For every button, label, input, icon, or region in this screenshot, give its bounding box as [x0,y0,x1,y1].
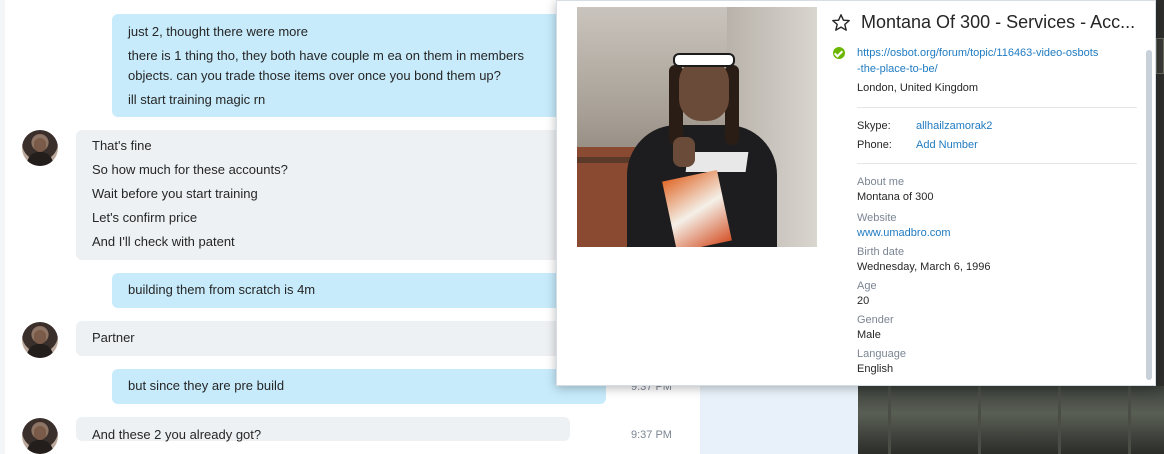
star-outline-icon[interactable] [831,13,851,33]
avatar[interactable] [22,322,58,358]
age-label: Age [857,280,877,292]
phone-label: Phone: [857,139,892,151]
profile-name: Montana Of 300 - Services - Acc... [861,12,1136,32]
profile-scrollbar[interactable] [1146,50,1152,380]
message-text: objects. can you trade those items over … [128,68,501,83]
avatar[interactable] [22,130,58,166]
message-bubble-outgoing[interactable]: building them from scratch is 4m [112,273,606,308]
message-text: just 2, thought there were more [128,24,308,39]
message-text: but since they are pre build [128,378,285,393]
about-me-label: About me [857,176,905,188]
message-text: So how much for these accounts? [92,162,288,177]
background-wave [700,380,860,454]
profile-photo[interactable] [577,7,817,247]
gender-value: Male [857,329,881,341]
divider [857,163,1137,164]
age-value: 20 [857,295,870,307]
message-text: That's fine [92,138,152,153]
online-check-icon [833,47,845,59]
skype-label: Skype: [857,120,891,132]
message-bubble-outgoing[interactable]: just 2, thought there were more there is… [112,14,606,117]
profile-location: London, United Kingdom [857,82,979,94]
message-text: ill start training magic rn [128,92,266,107]
divider [857,107,1137,108]
birth-date-value: Wednesday, March 6, 1996 [857,261,991,273]
message-bubble-outgoing[interactable]: but since they are pre build [112,369,606,404]
mood-message-line: -the-place-to-be/ [857,63,938,75]
message-text: And I'll check with patent [92,234,235,249]
message-text: there is 1 thing tho, they both have cou… [128,48,525,63]
language-value: English [857,363,894,375]
message-bubble-incoming[interactable]: And these 2 you already got? [76,417,570,442]
message-text: And these 2 you already got? [92,427,262,442]
message-bubble-incoming[interactable]: Partner [76,321,570,356]
chat-left-gutter [0,0,5,454]
message-text: Partner [92,330,135,345]
background-side-strip [1156,0,1164,386]
mood-message-line: https://osbot.org/forum/topic/116463-vid… [857,47,1099,59]
message-text: Let's confirm price [92,210,198,225]
birth-date-label: Birth date [857,246,905,258]
avatar[interactable] [22,418,58,454]
gender-label: Gender [857,314,894,326]
language-label: Language [857,348,906,360]
about-me-value: Montana of 300 [857,191,934,203]
mood-message-link[interactable]: https://osbot.org/forum/topic/116463-vid… [857,45,1137,77]
add-number-link[interactable]: Add Number [916,139,978,151]
message-text: Wait before you start training [92,186,258,201]
message-timestamp: 9:37 PM [631,429,672,441]
message-text: building them from scratch is 4m [128,282,316,297]
profile-card: Montana Of 300 - Services - Acc... https… [556,0,1156,386]
website-link[interactable]: www.umadbro.com [857,227,951,239]
website-label: Website [857,212,897,224]
background-window-detail [858,386,1164,454]
skype-id-link[interactable]: allhailzamorak2 [916,120,992,132]
message-bubble-incoming[interactable]: That's fine So how much for these accoun… [76,130,570,260]
